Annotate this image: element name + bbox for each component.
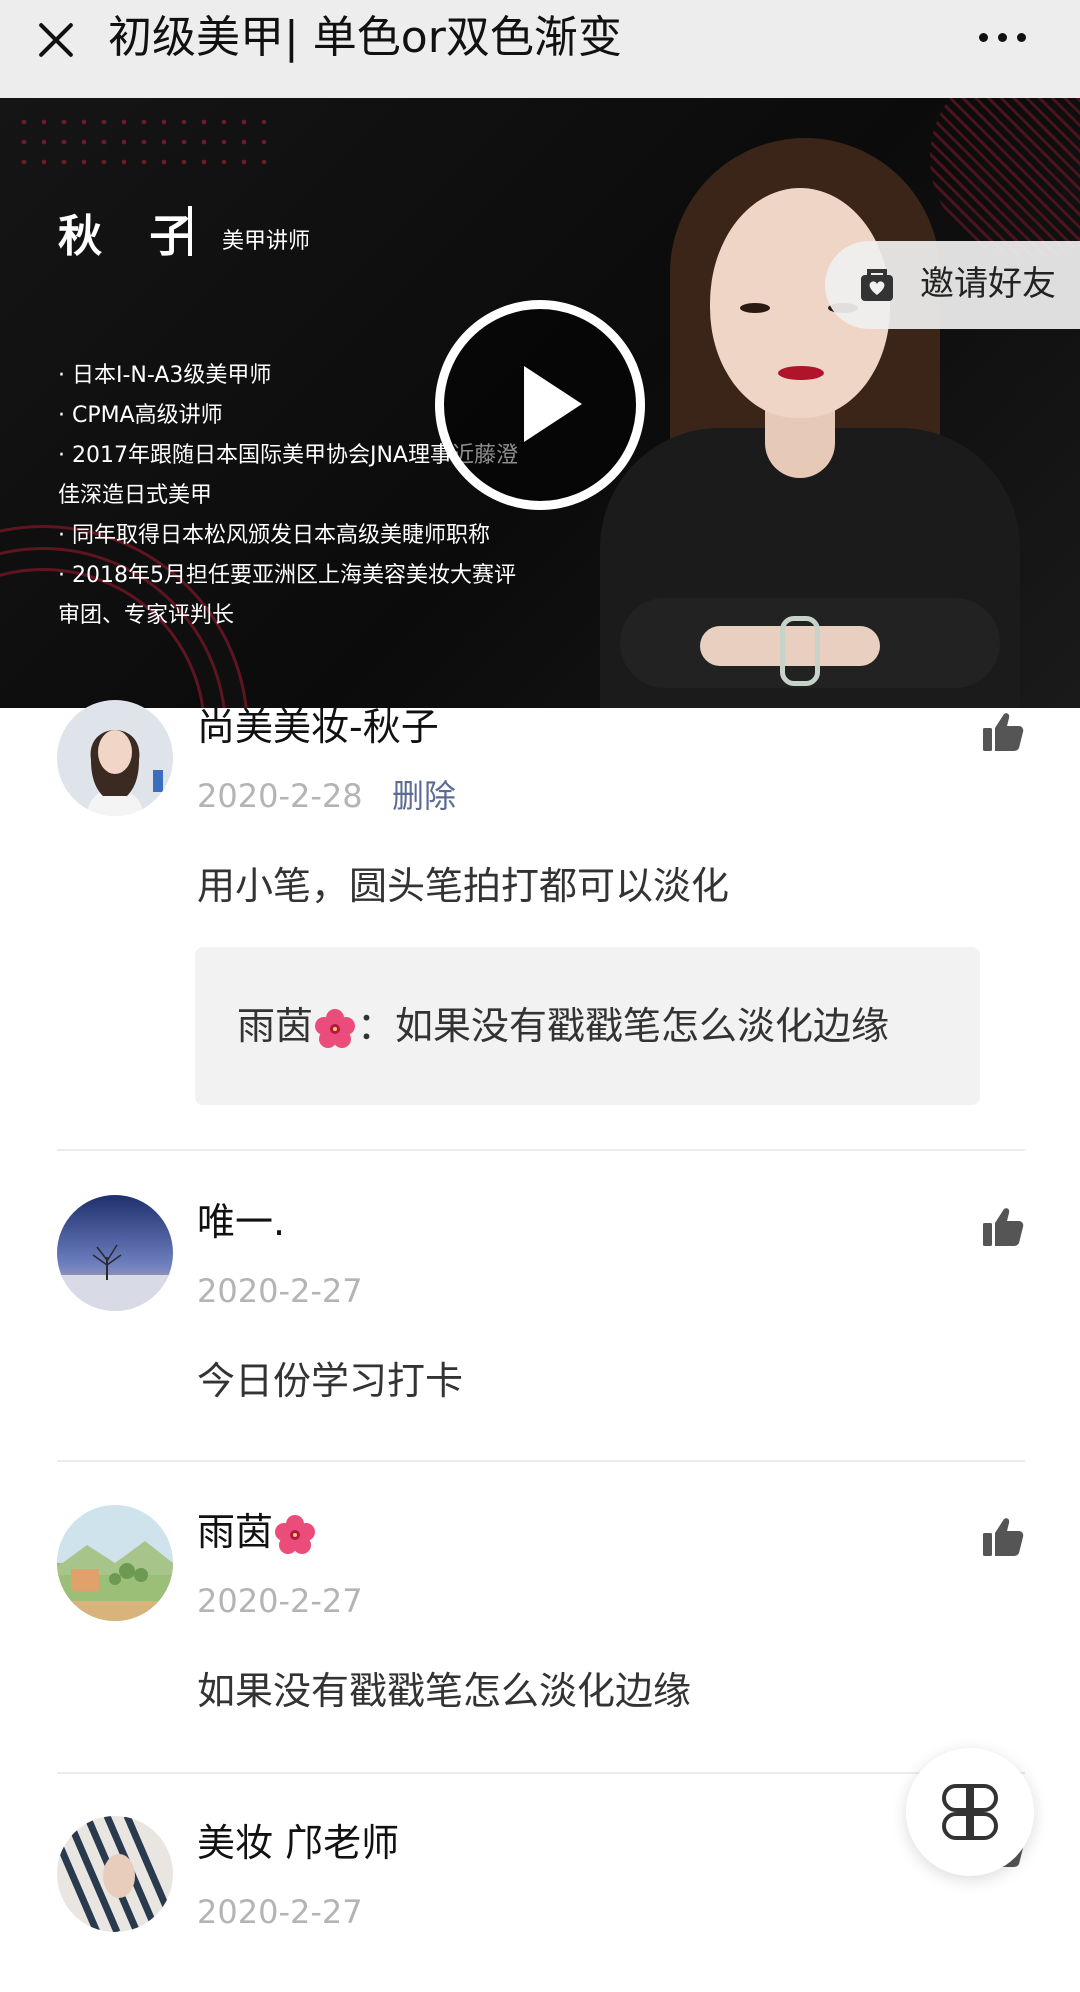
delete-button[interactable]: 删除 [392, 774, 456, 818]
avatar[interactable] [57, 1505, 173, 1621]
bio-line: 审团、专家评判长 [58, 603, 235, 628]
decorative-dot-grid [14, 112, 274, 168]
four-petal-menu-icon [941, 1784, 999, 1840]
floating-menu-button[interactable] [906, 1748, 1034, 1876]
comment-text: 今日份学习打卡 [197, 1359, 464, 1403]
thumbs-up-icon[interactable] [981, 1515, 1025, 1559]
commenter-name: 美妆 邝老师 [197, 1821, 400, 1865]
avatar[interactable] [57, 1816, 173, 1932]
comment-date: 2020-2-27 [197, 1582, 363, 1620]
bio-line: · 2018年5月担任要亚洲区上海美容美妆大赛评 [58, 563, 516, 588]
comment-date: 2020-2-28 [197, 777, 363, 815]
comment-date: 2020-2-27 [197, 1272, 363, 1310]
comment-text: 如果没有戳戳笔怎么淡化边缘 [197, 1669, 692, 1713]
course-video-player[interactable]: 秋 子 美甲讲师 · 日本I-N-A3级美甲师 · CPMA高级讲师 · 201… [0, 98, 1080, 708]
quoted-author: 雨茵 [237, 1004, 314, 1048]
gift-heart-icon [861, 269, 893, 301]
thumbs-up-icon[interactable] [981, 1205, 1025, 1249]
commenter-name: 唯一. [197, 1200, 286, 1244]
commenter-name-text: 雨茵 [197, 1510, 274, 1554]
speaker-role: 美甲讲师 [222, 229, 311, 254]
divider [57, 1149, 1025, 1151]
commenter-name: 尚美美妆-秋子 [197, 705, 439, 749]
play-icon[interactable] [435, 300, 645, 510]
hibiscus-emoji-icon [275, 1514, 316, 1554]
avatar[interactable] [57, 700, 173, 816]
divider [57, 1772, 1025, 1774]
comment-date: 2020-2-27 [197, 1893, 363, 1931]
hibiscus-emoji-icon [315, 1008, 356, 1048]
quoted-reply-text: 雨茵 ：如果没有戳戳笔怎么淡化边缘 [237, 999, 889, 1053]
close-icon[interactable] [28, 12, 84, 68]
commenter-name: 雨茵 [197, 1507, 317, 1557]
quoted-text: ：如果没有戳戳笔怎么淡化边缘 [357, 1004, 890, 1048]
divider [57, 1460, 1025, 1462]
avatar[interactable] [57, 1195, 173, 1311]
more-options-icon[interactable] [975, 18, 1035, 54]
invite-friends-label: 邀请好友 [920, 264, 1056, 304]
speaker-name: 秋 子 [58, 211, 210, 262]
page-title: 初级美甲| 单色or双色渐变 [108, 12, 622, 63]
quoted-reply: 雨茵 ：如果没有戳戳笔怎么淡化边缘 [195, 947, 980, 1105]
comment-text: 用小笔，圆头笔拍打都可以淡化 [197, 864, 730, 908]
bio-line: · 同年取得日本松风颁发日本高级美睫师职称 [58, 523, 490, 548]
name-divider [188, 206, 192, 256]
invite-friends-button[interactable]: 邀请好友 [825, 241, 1080, 329]
thumbs-up-icon[interactable] [981, 710, 1025, 754]
top-navigation-bar: 初级美甲| 单色or双色渐变 [0, 0, 1080, 98]
